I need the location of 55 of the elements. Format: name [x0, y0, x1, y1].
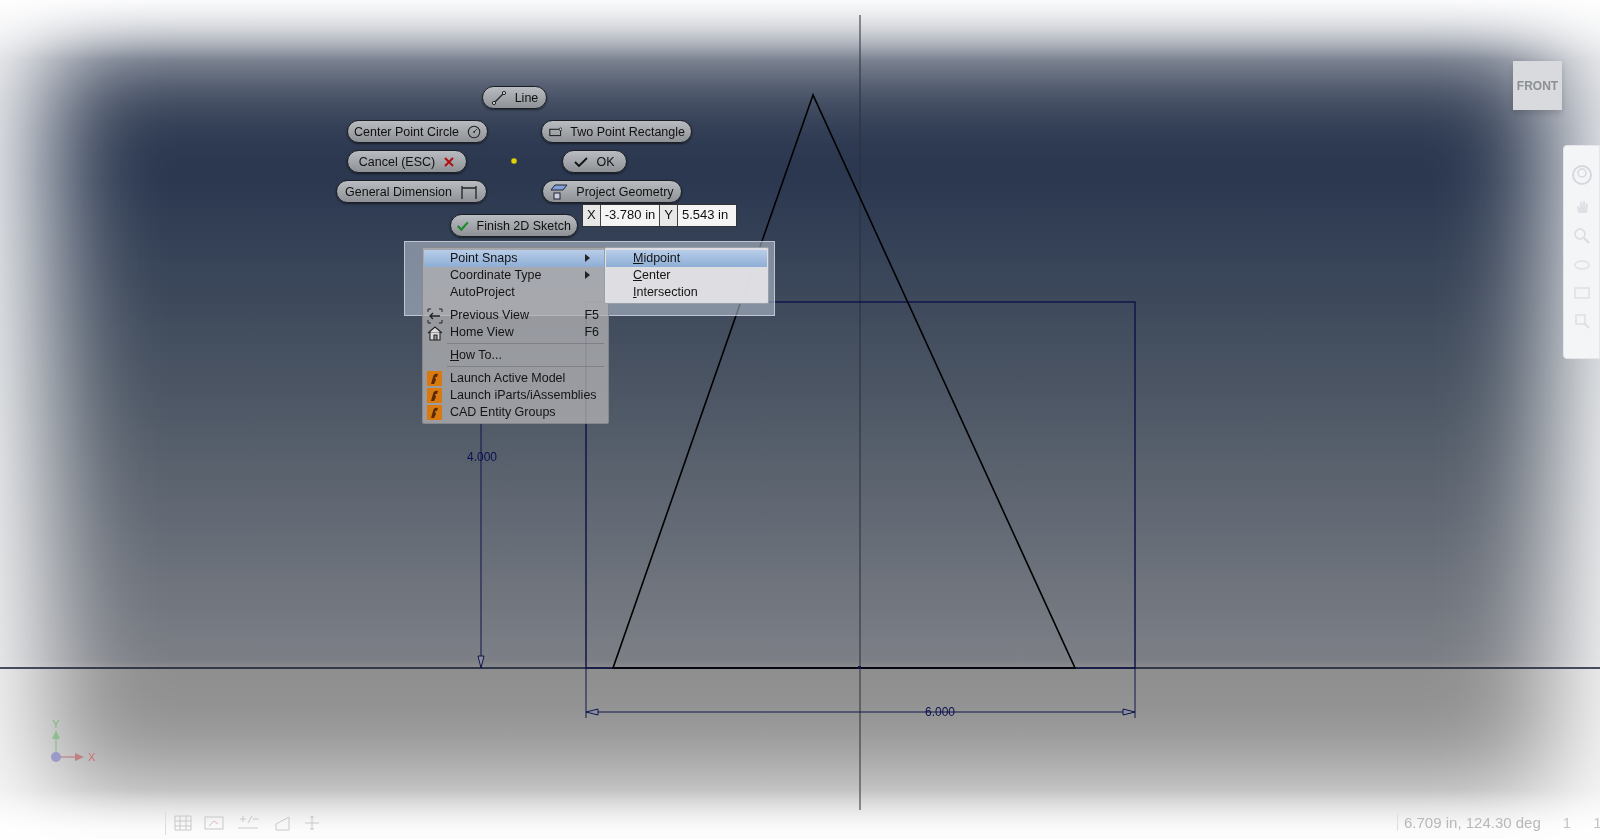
app-logo-icon: [427, 371, 442, 386]
project-geometry-icon: [550, 183, 569, 200]
coordinate-label: X: [583, 205, 600, 226]
menu-item[interactable]: Intersection: [606, 284, 767, 301]
line-icon: [490, 89, 507, 106]
coordinate-label: Y: [660, 205, 677, 226]
axis-triad-icon: [51, 730, 84, 762]
app-logo-icon: [427, 388, 442, 403]
status-readout: 6.709 in, 124.30 deg: [1397, 814, 1541, 831]
shape-icon[interactable]: [274, 814, 292, 831]
close-icon: [443, 155, 456, 168]
dimension-value: 4.000: [467, 450, 497, 464]
dimension-value: 6.000: [925, 705, 955, 719]
shortcut-text: F6: [584, 325, 599, 339]
line-button[interactable]: Line: [482, 86, 547, 109]
menu-item[interactable]: Center: [606, 267, 767, 284]
status-count: 1: [1593, 814, 1600, 831]
menu-item[interactable]: Coordinate Type: [424, 267, 607, 284]
move-icon[interactable]: [304, 814, 320, 831]
cursor-point: [510, 157, 518, 165]
coordinate-field[interactable]: 5.543 in: [677, 205, 736, 226]
axis-label: X: [88, 751, 96, 763]
ok-button[interactable]: OK: [562, 150, 627, 173]
menu-item[interactable]: AutoProject: [424, 284, 607, 301]
circle-icon: [466, 123, 481, 140]
constraint-icon[interactable]: [204, 814, 224, 831]
axis-label: Y: [52, 718, 60, 730]
center-point-circle-button[interactable]: Center Point Circle: [347, 120, 488, 143]
finish-sketch-button[interactable]: Finish 2D Sketch: [450, 214, 578, 237]
plus-minus-icon[interactable]: [236, 814, 262, 831]
app-logo-icon: [427, 405, 442, 420]
dimension-icon: [460, 183, 478, 200]
home-icon: [427, 325, 443, 341]
grid-icon[interactable]: [174, 814, 192, 831]
point-marker: [858, 666, 861, 669]
two-point-rectangle-button[interactable]: Two Point Rectangle: [541, 120, 692, 143]
general-dimension-button[interactable]: General Dimension: [336, 180, 487, 203]
steering-wheel-icon[interactable]: [1570, 164, 1593, 186]
menu-item[interactable]: Point Snaps: [424, 250, 607, 267]
menu-item[interactable]: Launch Active Model: [424, 370, 607, 387]
rectangle-icon: [548, 125, 563, 138]
menu-item[interactable]: Midpoint: [606, 250, 767, 267]
status-count: 1: [1562, 814, 1572, 831]
cancel-button[interactable]: Cancel (ESC): [347, 150, 467, 173]
previous-view-icon: [427, 308, 443, 324]
menu-item[interactable]: CAD Entity Groups: [424, 404, 607, 421]
zoom-icon[interactable]: [1573, 228, 1590, 244]
menu-item[interactable]: Launch iParts/iAssemblies: [424, 387, 607, 404]
project-geometry-button[interactable]: Project Geometry: [542, 180, 682, 203]
menu-item[interactable]: How To...: [424, 347, 607, 364]
coordinate-field[interactable]: -3.780 in: [600, 205, 660, 226]
shortcut-text: F5: [584, 308, 599, 322]
check-icon: [574, 155, 589, 168]
menu-item[interactable]: Previous View F5: [424, 307, 607, 324]
menu-item[interactable]: Home View F6: [424, 324, 607, 341]
